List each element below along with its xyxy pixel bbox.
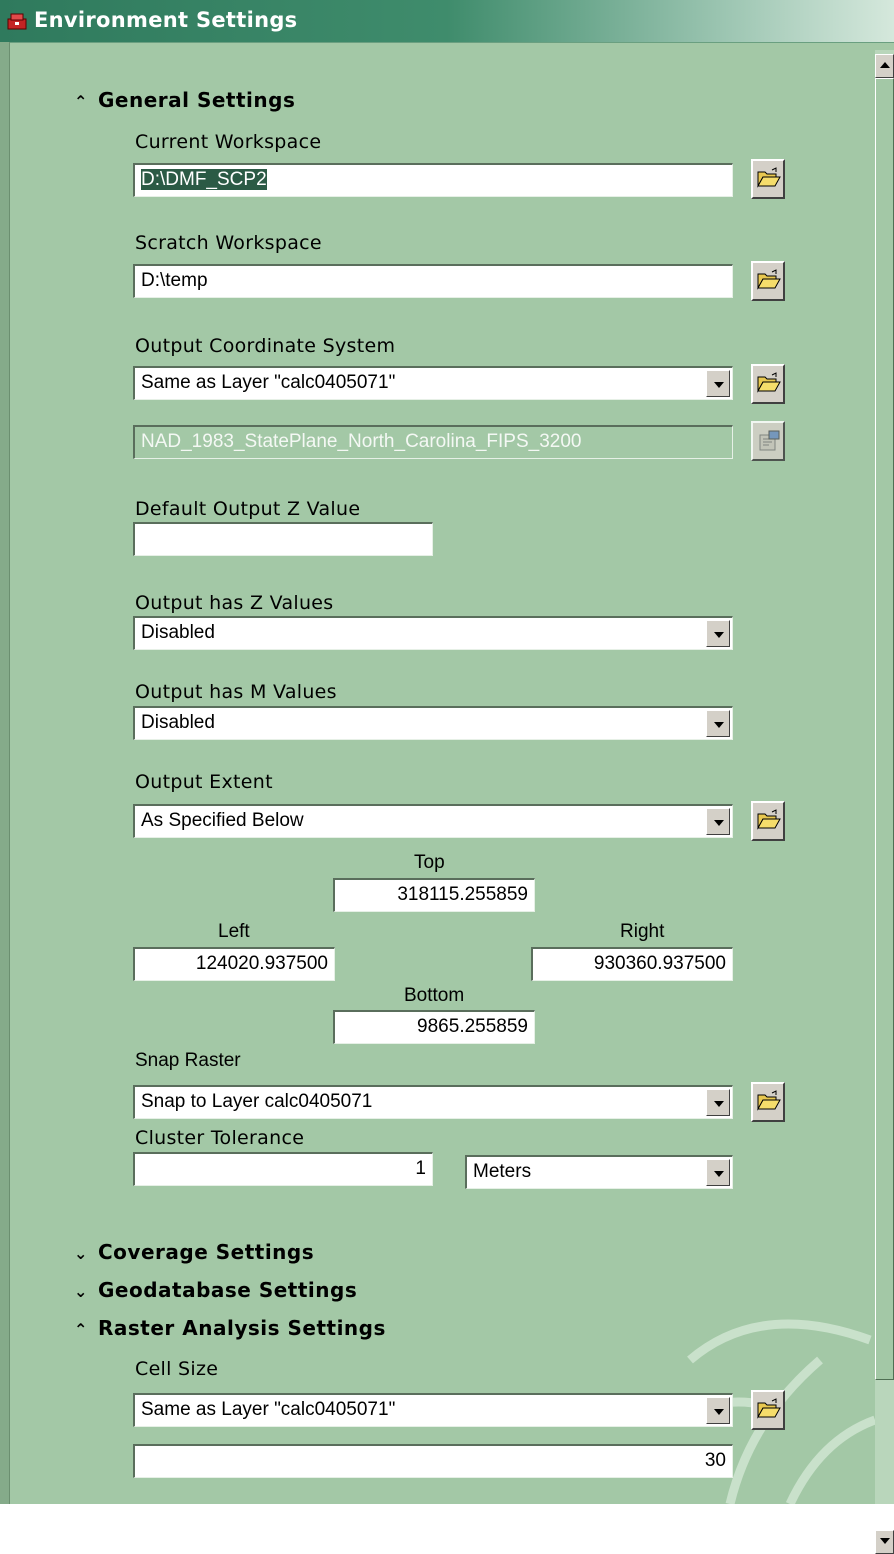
arrow-down-icon xyxy=(880,1538,890,1544)
snap-raster-browse-button[interactable] xyxy=(751,1082,785,1122)
projection-name-field: NAD_1983_StatePlane_North_Carolina_FIPS_… xyxy=(133,425,733,459)
current-workspace-label: Current Workspace xyxy=(135,131,322,153)
collapse-chevron-icon: ⌃ xyxy=(74,92,88,111)
cluster-tolerance-units-dropdown[interactable]: Meters xyxy=(465,1155,733,1189)
left-border xyxy=(0,42,10,1504)
cell-size-dropdown[interactable]: Same as Layer "calc0405071" xyxy=(133,1393,733,1427)
section-label: General Settings xyxy=(98,88,296,112)
output-has-m-label: Output has M Values xyxy=(135,681,337,703)
extent-left-label: Left xyxy=(218,921,250,942)
expand-chevron-icon: ⌄ xyxy=(74,1244,88,1263)
chevron-down-icon[interactable] xyxy=(706,1089,730,1116)
open-folder-icon xyxy=(757,1090,781,1111)
scratch-workspace-input[interactable]: D:\temp xyxy=(133,264,733,298)
output-coordinate-system-dropdown[interactable]: Same as Layer "calc0405071" xyxy=(133,366,733,400)
output-has-m-dropdown[interactable]: Disabled xyxy=(133,706,733,740)
current-workspace-browse-button[interactable] xyxy=(751,159,785,199)
open-folder-icon xyxy=(757,372,781,393)
scroll-down-button[interactable] xyxy=(875,1530,894,1554)
arrow-up-icon xyxy=(880,62,890,68)
title-bar: Environment Settings xyxy=(0,0,894,43)
collapse-chevron-icon: ⌃ xyxy=(74,1320,88,1339)
cell-size-browse-button[interactable] xyxy=(751,1390,785,1430)
cluster-tolerance-input[interactable]: 1 xyxy=(133,1152,433,1186)
output-has-z-label: Output has Z Values xyxy=(135,592,334,614)
chevron-down-icon[interactable] xyxy=(706,620,730,647)
chevron-down-icon[interactable] xyxy=(706,370,730,397)
section-general-settings[interactable]: ⌃ General Settings xyxy=(74,88,295,112)
cell-size-label: Cell Size xyxy=(135,1358,219,1380)
extent-right-input[interactable]: 930360.937500 xyxy=(531,947,733,981)
output-coordinate-system-label: Output Coordinate System xyxy=(135,335,396,357)
snap-raster-label: Snap Raster xyxy=(135,1050,241,1071)
open-folder-icon xyxy=(757,1398,781,1419)
expand-chevron-icon: ⌄ xyxy=(74,1282,88,1301)
chevron-down-icon[interactable] xyxy=(706,710,730,737)
scratch-workspace-label: Scratch Workspace xyxy=(135,232,322,254)
extent-bottom-label: Bottom xyxy=(404,985,465,1006)
cell-size-value-input[interactable]: 30 xyxy=(133,1444,733,1478)
scroll-up-button[interactable] xyxy=(875,54,894,78)
output-has-z-dropdown[interactable]: Disabled xyxy=(133,616,733,650)
extent-right-label: Right xyxy=(620,921,665,942)
section-geodatabase-settings[interactable]: ⌄ Geodatabase Settings xyxy=(74,1278,357,1302)
default-output-z-label: Default Output Z Value xyxy=(135,498,361,520)
output-extent-label: Output Extent xyxy=(135,771,273,793)
extent-top-input[interactable]: 318115.255859 xyxy=(333,878,535,912)
current-workspace-input[interactable]: D:\DMF_SCP2 xyxy=(133,163,733,197)
coordinate-system-browse-button[interactable] xyxy=(751,364,785,404)
open-folder-icon xyxy=(757,167,781,188)
output-extent-browse-button[interactable] xyxy=(751,801,785,841)
section-label: Geodatabase Settings xyxy=(98,1278,358,1302)
section-coverage-settings[interactable]: ⌄ Coverage Settings xyxy=(74,1240,314,1264)
cluster-tolerance-label: Cluster Tolerance xyxy=(135,1127,305,1149)
section-raster-analysis-settings[interactable]: ⌃ Raster Analysis Settings xyxy=(74,1316,386,1340)
open-folder-icon xyxy=(757,809,781,830)
extent-top-label: Top xyxy=(414,852,445,873)
coordinate-properties-button[interactable] xyxy=(751,421,785,461)
chevron-down-icon[interactable] xyxy=(706,1159,730,1186)
environment-settings-window: Environment Settings ⌃ General Settings C… xyxy=(0,0,894,1554)
chevron-down-icon[interactable] xyxy=(706,1397,730,1424)
scrollbar-thumb[interactable] xyxy=(875,78,894,1380)
snap-raster-dropdown[interactable]: Snap to Layer calc0405071 xyxy=(133,1085,733,1119)
scratch-workspace-browse-button[interactable] xyxy=(751,261,785,301)
extent-bottom-input[interactable]: 9865.255859 xyxy=(333,1010,535,1044)
output-extent-dropdown[interactable]: As Specified Below xyxy=(133,804,733,838)
window-title: Environment Settings xyxy=(34,8,298,32)
chevron-down-icon[interactable] xyxy=(706,808,730,835)
default-output-z-input[interactable] xyxy=(133,522,433,556)
section-label: Coverage Settings xyxy=(98,1240,315,1264)
toolbox-icon xyxy=(7,13,27,30)
properties-icon xyxy=(759,430,780,451)
vertical-scrollbar[interactable] xyxy=(875,50,894,1554)
extent-left-input[interactable]: 124020.937500 xyxy=(133,947,335,981)
section-label: Raster Analysis Settings xyxy=(98,1316,386,1340)
open-folder-icon xyxy=(757,269,781,290)
